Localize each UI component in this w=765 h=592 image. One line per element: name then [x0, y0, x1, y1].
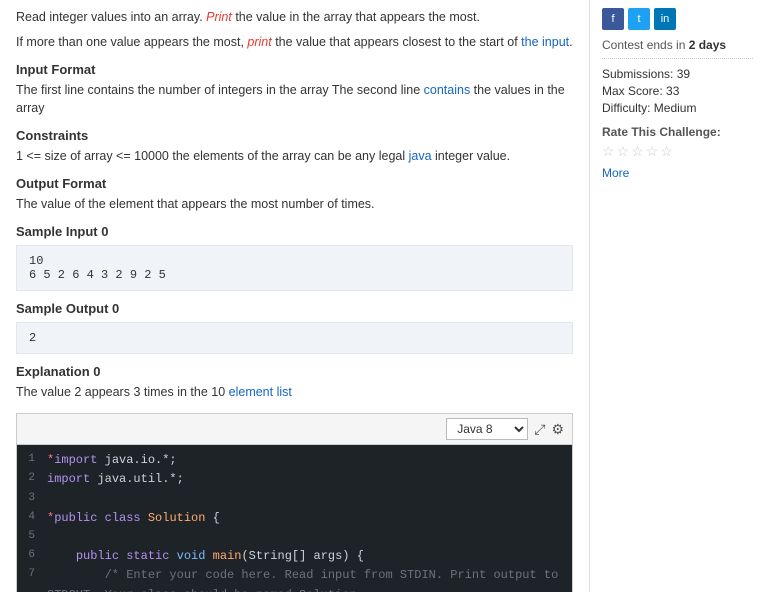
output-format-body: The value of the element that appears th…: [16, 195, 573, 214]
explanation-body: The value 2 appears 3 times in the 10 el…: [16, 383, 573, 402]
input-format-title: Input Format: [16, 62, 573, 77]
submissions-label: Submissions:: [602, 67, 677, 81]
code-line-4: 4 *public class Solution {: [17, 509, 572, 528]
contest-label: Contest ends in: [602, 38, 689, 52]
code-line-3: 3: [17, 490, 572, 509]
editor-toolbar: Java 8 C++ Python 3 ⤢ ⚙: [17, 414, 572, 445]
input-link: the input: [521, 35, 569, 49]
settings-icon[interactable]: ⚙: [551, 421, 564, 438]
line-content-4: *public class Solution {: [47, 509, 220, 528]
static-kw: static: [126, 549, 169, 563]
sidebar: f t in Contest ends in 2 days Submission…: [590, 0, 765, 592]
code-line-5: 5: [17, 528, 572, 547]
language-select[interactable]: Java 8 C++ Python 3: [446, 418, 528, 440]
max-score-label: Max Score:: [602, 84, 666, 98]
submissions-stat: Submissions: 39: [602, 67, 753, 81]
explanation-title: Explanation 0: [16, 364, 573, 379]
fullscreen-icon[interactable]: ⤢: [534, 421, 545, 438]
pub-kw-m: public: [76, 549, 119, 563]
contains-link: contains: [424, 83, 471, 97]
more-link[interactable]: More: [602, 166, 629, 180]
star-2[interactable]: ☆: [617, 143, 630, 160]
line-num-7: 7: [17, 566, 47, 592]
facebook-button[interactable]: f: [602, 8, 624, 30]
line-content-6: public static void main(String[] args) {: [47, 547, 364, 566]
contest-info: Contest ends in 2 days: [602, 38, 753, 59]
sample-output-label: Sample Output 0: [16, 301, 573, 316]
twitter-button[interactable]: t: [628, 8, 650, 30]
line-content-5: [47, 528, 54, 547]
element-link: element list: [229, 385, 292, 399]
difficulty-label: Difficulty:: [602, 101, 654, 115]
max-score-stat: Max Score: 33: [602, 84, 753, 98]
line-num-4: 4: [17, 509, 47, 528]
line-num-1: 1: [17, 451, 47, 470]
void-kw: void: [177, 549, 206, 563]
intro-text-line2: If more than one value appears the most,…: [16, 33, 573, 52]
line-content-1: *import java.io.*;: [47, 451, 177, 470]
linkedin-button[interactable]: in: [654, 8, 676, 30]
submissions-value: 39: [677, 67, 690, 81]
line-content-2: import java.util.*;: [47, 470, 184, 489]
contest-days: 2 days: [689, 38, 726, 52]
line-num-5: 5: [17, 528, 47, 547]
java-link: java: [409, 149, 432, 163]
main-method: main: [213, 549, 242, 563]
class-kw: class: [105, 511, 141, 525]
difficulty-value: Medium: [654, 101, 697, 115]
print-highlight-2: print: [247, 35, 271, 49]
code-editor: Java 8 C++ Python 3 ⤢ ⚙ 1 *import java.i…: [16, 413, 573, 592]
input-format-body: The first line contains the number of in…: [16, 81, 573, 119]
code-line-1: 1 *import java.io.*;: [17, 451, 572, 470]
constraints-body: 1 <= size of array <= 10000 the elements…: [16, 147, 573, 166]
constraints-title: Constraints: [16, 128, 573, 143]
sample-input-code: 106 5 2 6 4 3 2 9 2 5: [16, 245, 573, 291]
code-line-7: 7 /* Enter your code here. Read input fr…: [17, 566, 572, 592]
star-rating[interactable]: ☆ ☆ ☆ ☆ ☆: [602, 143, 753, 160]
max-score-value: 33: [666, 84, 679, 98]
code-line-6: 6 public static void main(String[] args)…: [17, 547, 572, 566]
main-content: Read integer values into an array. Print…: [0, 0, 590, 592]
class-name: Solution: [148, 511, 206, 525]
social-buttons: f t in: [602, 8, 753, 30]
line-content-3: [47, 490, 54, 509]
star-3[interactable]: ☆: [631, 143, 644, 160]
comment-text: /* Enter your code here. Read input from…: [47, 568, 558, 592]
line-num-2: 2: [17, 470, 47, 489]
line-num-3: 3: [17, 490, 47, 509]
import-kw-2: import: [47, 472, 90, 486]
star-5[interactable]: ☆: [660, 143, 673, 160]
sample-input-label: Sample Input 0: [16, 224, 573, 239]
intro-text-line1: Read integer values into an array. Print…: [16, 8, 573, 27]
line-content-7: /* Enter your code here. Read input from…: [47, 566, 572, 592]
code-line-2: 2 import java.util.*;: [17, 470, 572, 489]
import-kw-1: import: [54, 453, 97, 467]
difficulty-stat: Difficulty: Medium: [602, 101, 753, 115]
line-num-6: 6: [17, 547, 47, 566]
print-highlight-1: Print: [206, 10, 232, 24]
editor-code-area[interactable]: 1 *import java.io.*; 2 import java.util.…: [17, 445, 572, 592]
rate-title: Rate This Challenge:: [602, 125, 753, 139]
public-kw: public: [54, 511, 97, 525]
star-1[interactable]: ☆: [602, 143, 615, 160]
star-4[interactable]: ☆: [646, 143, 659, 160]
output-format-title: Output Format: [16, 176, 573, 191]
sample-output-code: 2: [16, 322, 573, 354]
